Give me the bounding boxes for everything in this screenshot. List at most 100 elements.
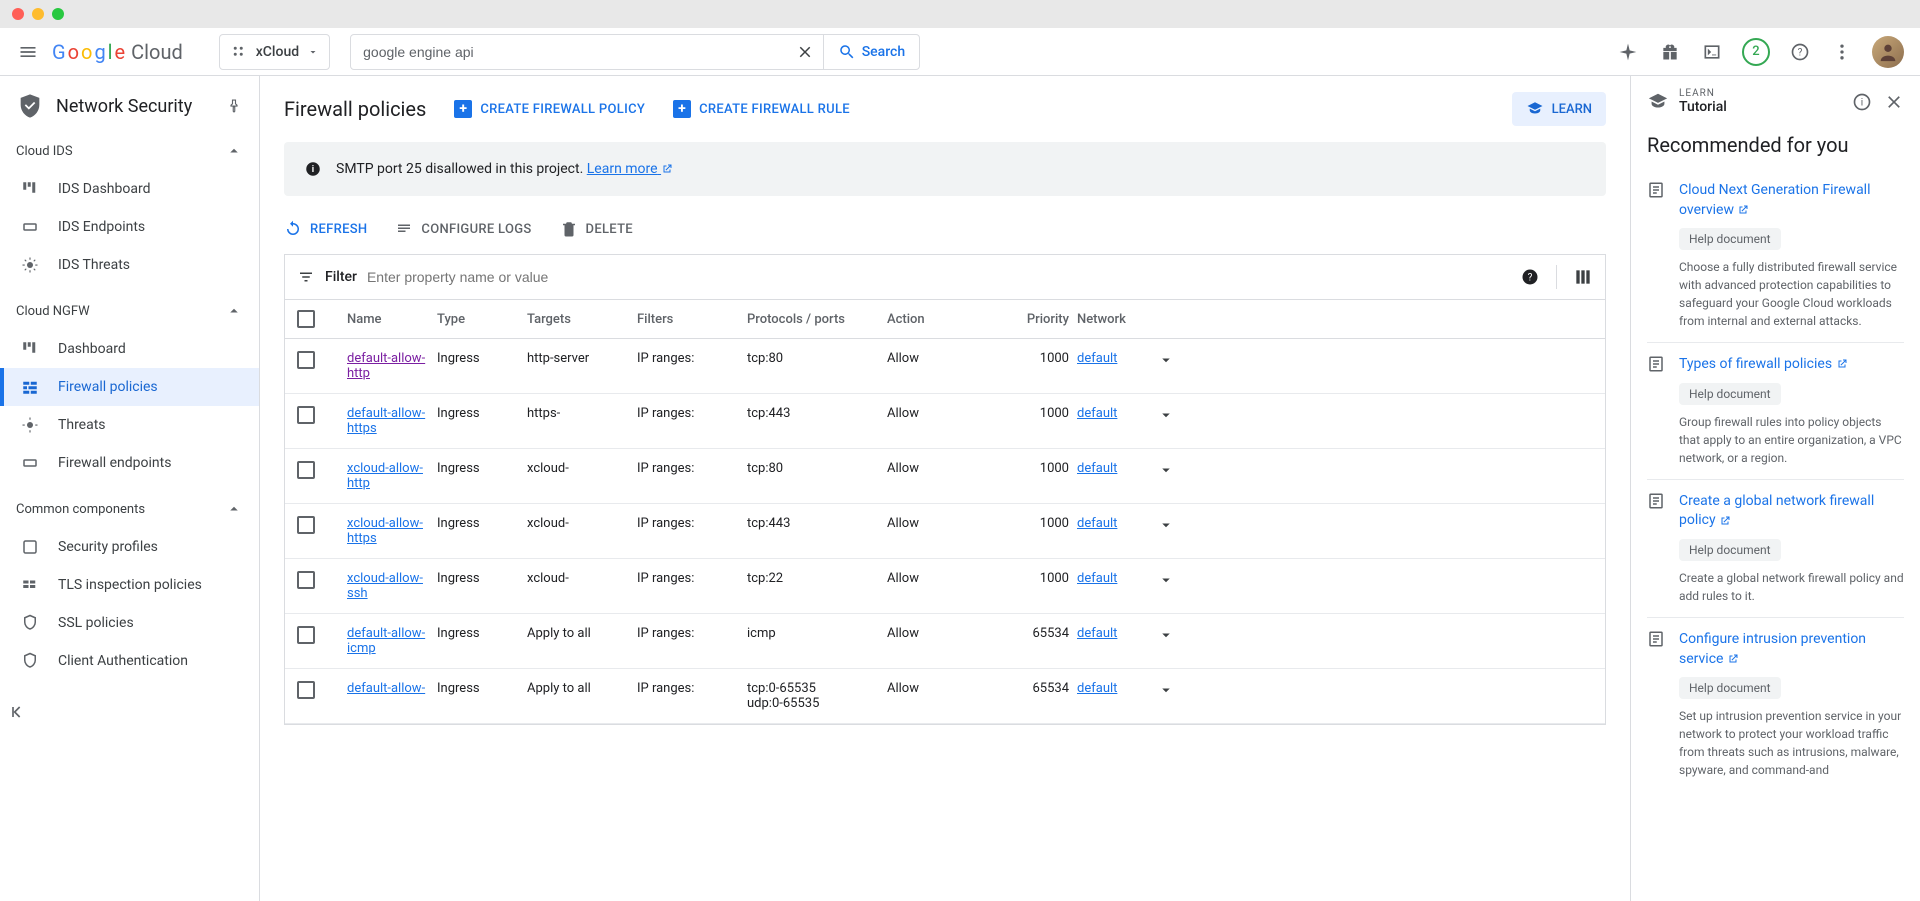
recommendation-link[interactable]: Types of firewall policies	[1679, 355, 1904, 375]
article-icon	[1647, 181, 1667, 330]
recommendation-badge: Help document	[1679, 383, 1781, 405]
rule-name-link[interactable]: default-allow-http	[347, 351, 425, 381]
expand-row-button[interactable]	[1153, 406, 1203, 424]
rule-name-link[interactable]: xcloud-allow-https	[347, 516, 423, 546]
create-rule-button[interactable]: + Create Firewall Rule	[673, 100, 850, 118]
row-checkbox[interactable]	[297, 571, 315, 589]
rule-name-link[interactable]: default-allow-	[347, 681, 425, 696]
search-input[interactable]	[351, 44, 787, 60]
project-picker[interactable]: xCloud	[219, 34, 330, 70]
recommendation-badge: Help document	[1679, 539, 1781, 561]
search-button-label: Search	[862, 44, 905, 60]
maximize-window-icon[interactable]	[52, 8, 64, 20]
rule-priority: 1000	[1003, 516, 1073, 531]
section-common-components[interactable]: Common components	[0, 490, 259, 528]
nav-client-auth[interactable]: Client Authentication	[0, 642, 259, 680]
section-cloud-ids[interactable]: Cloud IDS	[0, 132, 259, 170]
article-icon	[1647, 630, 1667, 779]
cloud-shell-icon[interactable]	[1700, 40, 1724, 64]
rule-type: Ingress	[433, 681, 523, 696]
columns-icon[interactable]	[1573, 267, 1593, 287]
notifications-badge[interactable]: 2	[1742, 38, 1770, 66]
recommendation-desc: Create a global network firewall policy …	[1679, 569, 1904, 605]
nav-ids-threats[interactable]: IDS Threats	[0, 246, 259, 284]
nav-tls-policies[interactable]: TLS inspection policies	[0, 566, 259, 604]
rule-name-link[interactable]: xcloud-allow-http	[347, 461, 423, 491]
rule-type: Ingress	[433, 571, 523, 586]
network-link[interactable]: default	[1077, 406, 1117, 421]
learn-more-link[interactable]: Learn more	[587, 161, 673, 177]
close-window-icon[interactable]	[12, 8, 24, 20]
google-cloud-logo[interactable]: GoogleCloud	[52, 40, 183, 64]
recommendation-link[interactable]: Configure intrusion prevention service	[1679, 630, 1904, 669]
row-checkbox[interactable]	[297, 516, 315, 534]
nav-ssl-policies[interactable]: SSL policies	[0, 604, 259, 642]
expand-row-button[interactable]	[1153, 461, 1203, 479]
network-link[interactable]: default	[1077, 626, 1117, 641]
help-icon[interactable]: ?	[1788, 40, 1812, 64]
nav-dashboard[interactable]: Dashboard	[0, 330, 259, 368]
create-policy-button[interactable]: + Create Firewall Policy	[454, 100, 645, 118]
recommendation-desc: Group firewall rules into policy objects…	[1679, 413, 1904, 467]
close-panel-icon[interactable]	[1884, 92, 1904, 112]
rule-filters: IP ranges:	[633, 571, 743, 586]
expand-row-button[interactable]	[1153, 571, 1203, 589]
row-checkbox[interactable]	[297, 351, 315, 369]
threats-icon	[20, 416, 40, 434]
rule-name-link[interactable]: default-allow-https	[347, 406, 425, 436]
network-link[interactable]: default	[1077, 571, 1117, 586]
gemini-icon[interactable]	[1616, 40, 1640, 64]
nav-firewall-policies[interactable]: Firewall policies	[0, 368, 259, 406]
delete-button[interactable]: Delete	[560, 220, 633, 238]
refresh-button[interactable]: Refresh	[284, 220, 367, 238]
expand-row-button[interactable]	[1153, 626, 1203, 644]
rule-action: Allow	[883, 516, 1003, 531]
network-link[interactable]: default	[1077, 681, 1117, 696]
nav-menu-button[interactable]	[16, 40, 40, 64]
rule-action: Allow	[883, 571, 1003, 586]
avatar[interactable]	[1872, 36, 1904, 68]
search-button[interactable]: Search	[823, 34, 919, 70]
dashboard-icon	[20, 180, 40, 198]
network-link[interactable]: default	[1077, 461, 1117, 476]
collapse-sidebar-icon[interactable]	[8, 702, 28, 722]
rule-targets: xcloud-	[523, 516, 633, 531]
gift-icon[interactable]	[1658, 40, 1682, 64]
learn-button[interactable]: Learn	[1512, 92, 1606, 126]
help-filter-icon[interactable]: ?	[1520, 267, 1540, 287]
rule-name-link[interactable]: xcloud-allow-ssh	[347, 571, 423, 601]
nav-firewall-endpoints[interactable]: Firewall endpoints	[0, 444, 259, 482]
more-icon[interactable]	[1830, 40, 1854, 64]
section-cloud-ngfw[interactable]: Cloud NGFW	[0, 292, 259, 330]
row-checkbox[interactable]	[297, 461, 315, 479]
nav-ids-endpoints[interactable]: IDS Endpoints	[0, 208, 259, 246]
clear-search-button[interactable]	[787, 43, 823, 61]
filter-input[interactable]	[367, 269, 1510, 285]
minimize-window-icon[interactable]	[32, 8, 44, 20]
info-icon[interactable]: i	[1852, 92, 1872, 112]
configure-logs-button[interactable]: Configure Logs	[395, 220, 531, 238]
row-checkbox[interactable]	[297, 626, 315, 644]
rule-priority: 1000	[1003, 351, 1073, 366]
filter-bar: Filter ?	[284, 254, 1606, 299]
nav-security-profiles[interactable]: Security profiles	[0, 528, 259, 566]
expand-row-button[interactable]	[1153, 681, 1203, 699]
network-link[interactable]: default	[1077, 351, 1117, 366]
expand-row-button[interactable]	[1153, 351, 1203, 369]
row-checkbox[interactable]	[297, 681, 315, 699]
close-icon	[796, 43, 814, 61]
recommendation-link[interactable]: Create a global network firewall policy	[1679, 492, 1904, 531]
nav-ids-dashboard[interactable]: IDS Dashboard	[0, 170, 259, 208]
network-security-icon	[16, 92, 44, 120]
pin-icon[interactable]	[225, 97, 243, 115]
row-checkbox[interactable]	[297, 406, 315, 424]
nav-threats[interactable]: Threats	[0, 406, 259, 444]
plus-icon: +	[673, 100, 691, 118]
expand-row-button[interactable]	[1153, 516, 1203, 534]
recommendation-link[interactable]: Cloud Next Generation Firewall overview	[1679, 181, 1904, 220]
rule-ports: tcp:80	[743, 461, 883, 476]
rule-targets: http-server	[523, 351, 633, 366]
select-all-checkbox[interactable]	[297, 310, 315, 328]
rule-name-link[interactable]: default-allow-icmp	[347, 626, 425, 656]
network-link[interactable]: default	[1077, 516, 1117, 531]
